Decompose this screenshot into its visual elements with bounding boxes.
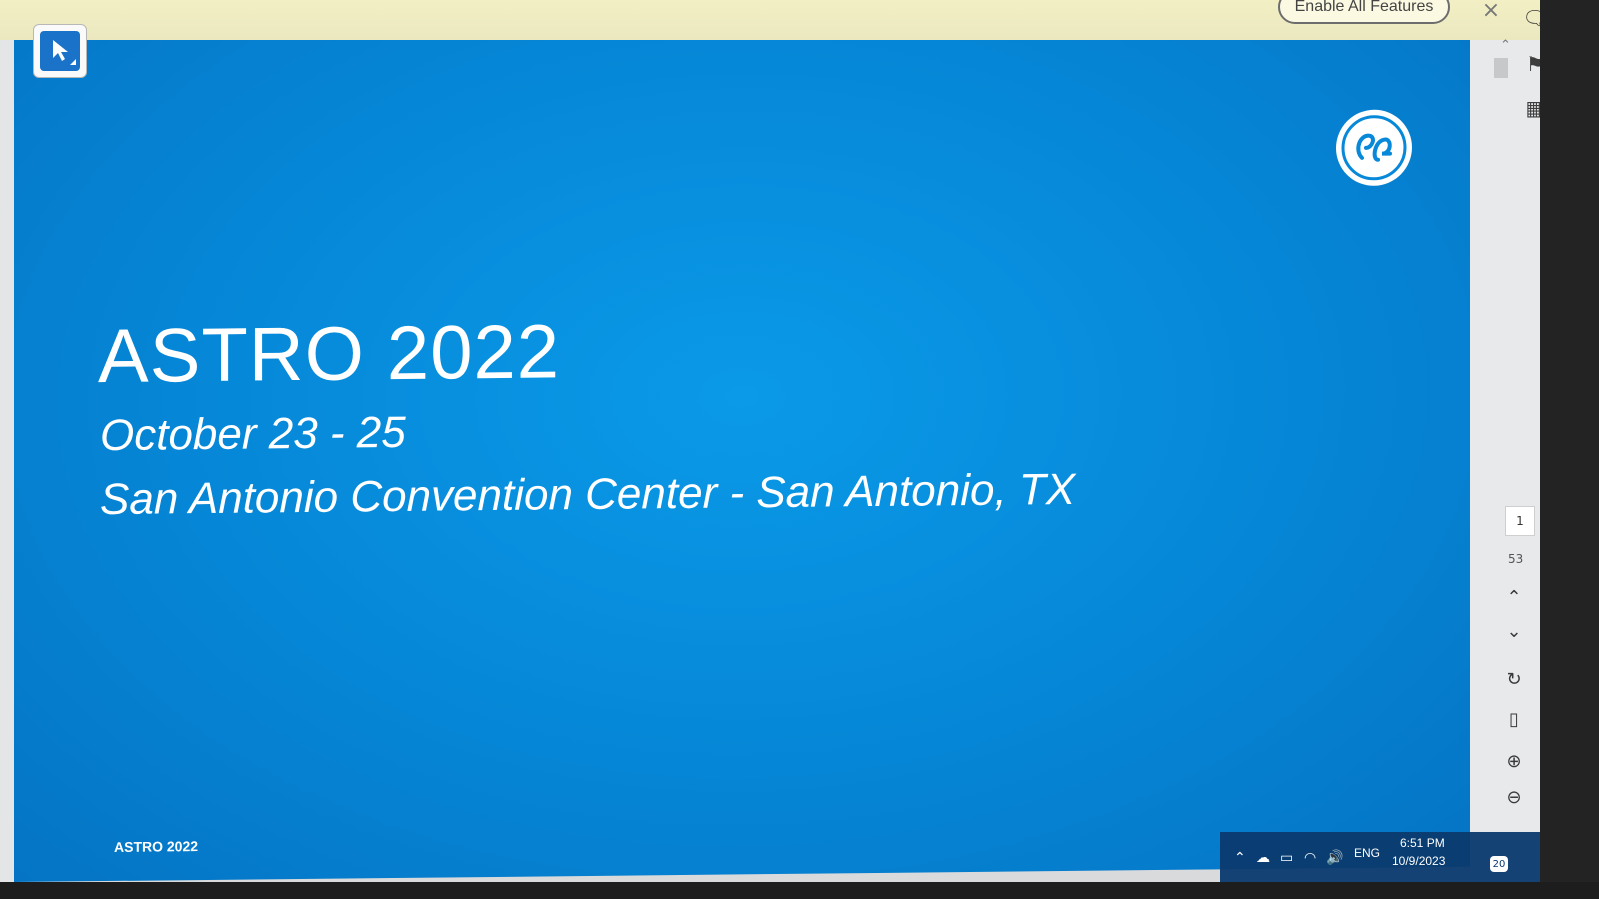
onedrive-icon[interactable]: ☁ [1256, 850, 1270, 866]
next-page-icon[interactable]: ⌄ [1502, 622, 1526, 642]
zoom-in-icon[interactable]: ⊕ [1502, 752, 1526, 772]
zoom-out-icon[interactable]: ⊖ [1502, 788, 1526, 808]
left-panel [0, 0, 14, 899]
scrollbar-thumb[interactable] [1494, 58, 1508, 78]
show-hidden-icons-icon[interactable]: ⌃ [1234, 850, 1246, 866]
slide-footer: ASTRO 2022 [114, 838, 199, 855]
clock-time[interactable]: 6:51 PM [1400, 836, 1445, 850]
volume-icon[interactable]: 🔊 [1326, 850, 1343, 866]
previous-page-icon[interactable]: ⌃ [1502, 588, 1526, 608]
select-tool-button[interactable] [33, 24, 87, 78]
monitor-bottom-bezel [0, 882, 1599, 899]
ge-logo [1336, 109, 1412, 186]
total-pages-label: 53 [1508, 552, 1524, 566]
monitor-bezel [1540, 0, 1599, 899]
presentation-slide: ASTRO 2022 October 23 - 25 San Antonio C… [14, 0, 1470, 882]
close-icon[interactable]: × [1480, 0, 1502, 22]
rotate-icon[interactable]: ↻ [1502, 670, 1526, 690]
notification-center-badge[interactable]: 20 [1490, 856, 1508, 872]
scroll-up-icon[interactable]: ⌃ [1500, 38, 1511, 53]
clock-date[interactable]: 10/9/2023 [1392, 854, 1445, 868]
cursor-icon [40, 31, 80, 71]
wifi-icon[interactable]: ◠ [1304, 850, 1316, 866]
slide-dates: October 23 - 25 [100, 407, 406, 461]
battery-icon[interactable]: ▭ [1280, 850, 1293, 866]
slide-venue: San Antonio Convention Center - San Anto… [100, 464, 1076, 525]
current-page-field[interactable]: 1 [1505, 506, 1535, 536]
page-fit-icon[interactable]: ▯ [1502, 710, 1526, 730]
enable-all-features-button[interactable]: Enable All Features [1278, 0, 1450, 24]
slide-title: ASTRO 2022 [98, 309, 560, 400]
input-language[interactable]: ENG [1354, 846, 1380, 860]
